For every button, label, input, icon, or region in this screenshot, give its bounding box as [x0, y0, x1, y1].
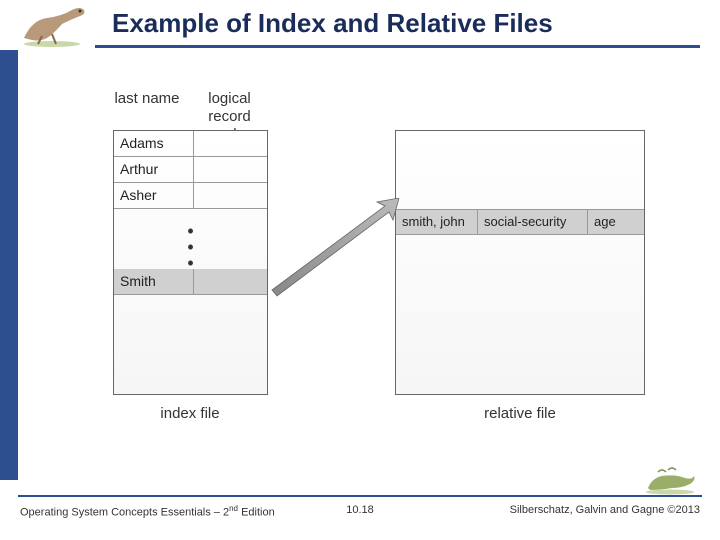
dots-icon: •••: [114, 209, 267, 272]
relative-file-box: smith, john social-security age: [395, 130, 645, 395]
footer-divider: [18, 495, 702, 497]
index-num-cell: [194, 269, 267, 294]
record-row: smith, john social-security age: [396, 209, 644, 235]
sidebar-accent: [0, 50, 18, 480]
footer: Operating System Concepts Essentials – 2…: [0, 500, 720, 530]
record-ssn-cell: social-security: [478, 210, 588, 234]
index-row-highlight: Smith: [114, 269, 267, 295]
index-num-cell: [194, 131, 267, 156]
index-num-cell: [194, 157, 267, 182]
record-age-cell: age: [588, 210, 644, 234]
dinosaur-running-icon: [12, 0, 92, 48]
index-file-box: Adams Arthur Asher ••• Smith: [113, 130, 268, 395]
arrow-index-to-record: [267, 198, 402, 298]
header-lastname: last name: [107, 90, 187, 108]
dinosaur-crouching-icon: [640, 460, 700, 495]
page-title: Example of Index and Relative Files: [112, 8, 553, 39]
index-row: Arthur: [114, 157, 267, 183]
index-name-cell: Asher: [114, 183, 194, 208]
caption-index-file: index file: [135, 405, 245, 422]
diagram-area: last name logical record number Adams Ar…: [95, 90, 655, 430]
title-underline: [95, 45, 700, 48]
record-name-cell: smith, john: [396, 210, 478, 234]
index-name-cell: Adams: [114, 131, 194, 156]
index-row: Asher: [114, 183, 267, 209]
index-ellipsis: •••: [114, 209, 267, 269]
index-row: Adams: [114, 131, 267, 157]
index-name-cell: Smith: [114, 269, 194, 294]
title-bar: Example of Index and Relative Files: [0, 0, 720, 50]
footer-copyright: Silberschatz, Galvin and Gagne ©2013: [510, 504, 700, 516]
index-name-cell: Arthur: [114, 157, 194, 182]
index-num-cell: [194, 183, 267, 208]
caption-relative-file: relative file: [455, 405, 585, 422]
index-row-empty: [114, 295, 267, 365]
